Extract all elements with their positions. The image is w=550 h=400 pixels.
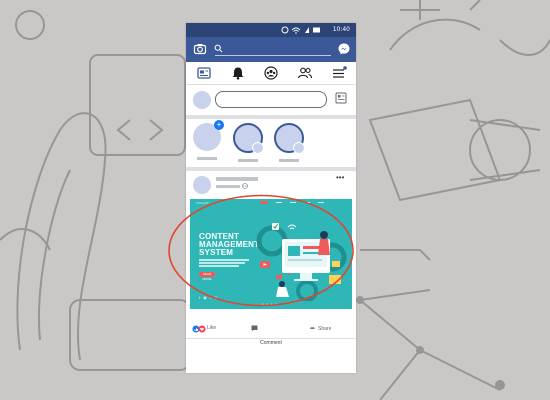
story-avatar xyxy=(233,123,264,154)
story-item[interactable] xyxy=(274,123,305,162)
comment-icon[interactable] xyxy=(251,325,258,332)
photo-icon[interactable] xyxy=(335,91,347,105)
story-add[interactable]: + xyxy=(192,120,224,160)
groups-icon[interactable] xyxy=(263,66,279,80)
post-timestamp xyxy=(216,185,240,188)
post-author-avatar[interactable] xyxy=(193,176,211,194)
story-label xyxy=(238,159,258,162)
comment-button[interactable]: Comment xyxy=(186,340,356,346)
plus-icon: + xyxy=(214,120,224,130)
friends-icon[interactable] xyxy=(297,66,313,80)
divider xyxy=(186,167,356,171)
status-bar: 10:40 xyxy=(186,23,356,37)
top-header xyxy=(186,37,356,62)
globe-icon xyxy=(242,183,248,189)
tab-bar xyxy=(186,62,356,85)
highlight-ellipse xyxy=(168,194,354,307)
search-icon xyxy=(214,44,223,53)
story-item[interactable] xyxy=(233,123,264,162)
story-mini-avatar xyxy=(252,142,264,154)
status-input[interactable] xyxy=(215,91,327,108)
bell-icon[interactable] xyxy=(230,66,246,80)
more-icon[interactable]: ••• xyxy=(336,173,344,182)
story-avatar xyxy=(274,123,305,154)
story-label xyxy=(279,159,299,162)
share-label: Share xyxy=(318,326,332,332)
status-icons xyxy=(281,26,320,34)
post-composer xyxy=(186,85,356,115)
news-feed-icon[interactable] xyxy=(196,66,212,80)
story-avatar: + xyxy=(193,120,224,151)
stories-row: + xyxy=(186,119,356,169)
search-underline xyxy=(215,55,331,56)
post-author-name[interactable] xyxy=(216,177,258,181)
divider xyxy=(186,338,356,339)
user-avatar[interactable] xyxy=(193,91,211,109)
share-button[interactable]: ➦ Share xyxy=(310,325,331,332)
status-time: 10:40 xyxy=(332,26,350,33)
share-icon: ➦ xyxy=(310,326,316,332)
camera-icon[interactable] xyxy=(193,42,207,56)
menu-icon[interactable] xyxy=(331,66,347,80)
post-actions: Like ➦ Share xyxy=(186,322,356,336)
like-label[interactable]: Like xyxy=(207,325,216,331)
story-mini-avatar xyxy=(293,142,305,154)
story-label xyxy=(197,157,217,160)
search-input[interactable] xyxy=(211,43,335,56)
messenger-icon[interactable] xyxy=(337,42,351,56)
